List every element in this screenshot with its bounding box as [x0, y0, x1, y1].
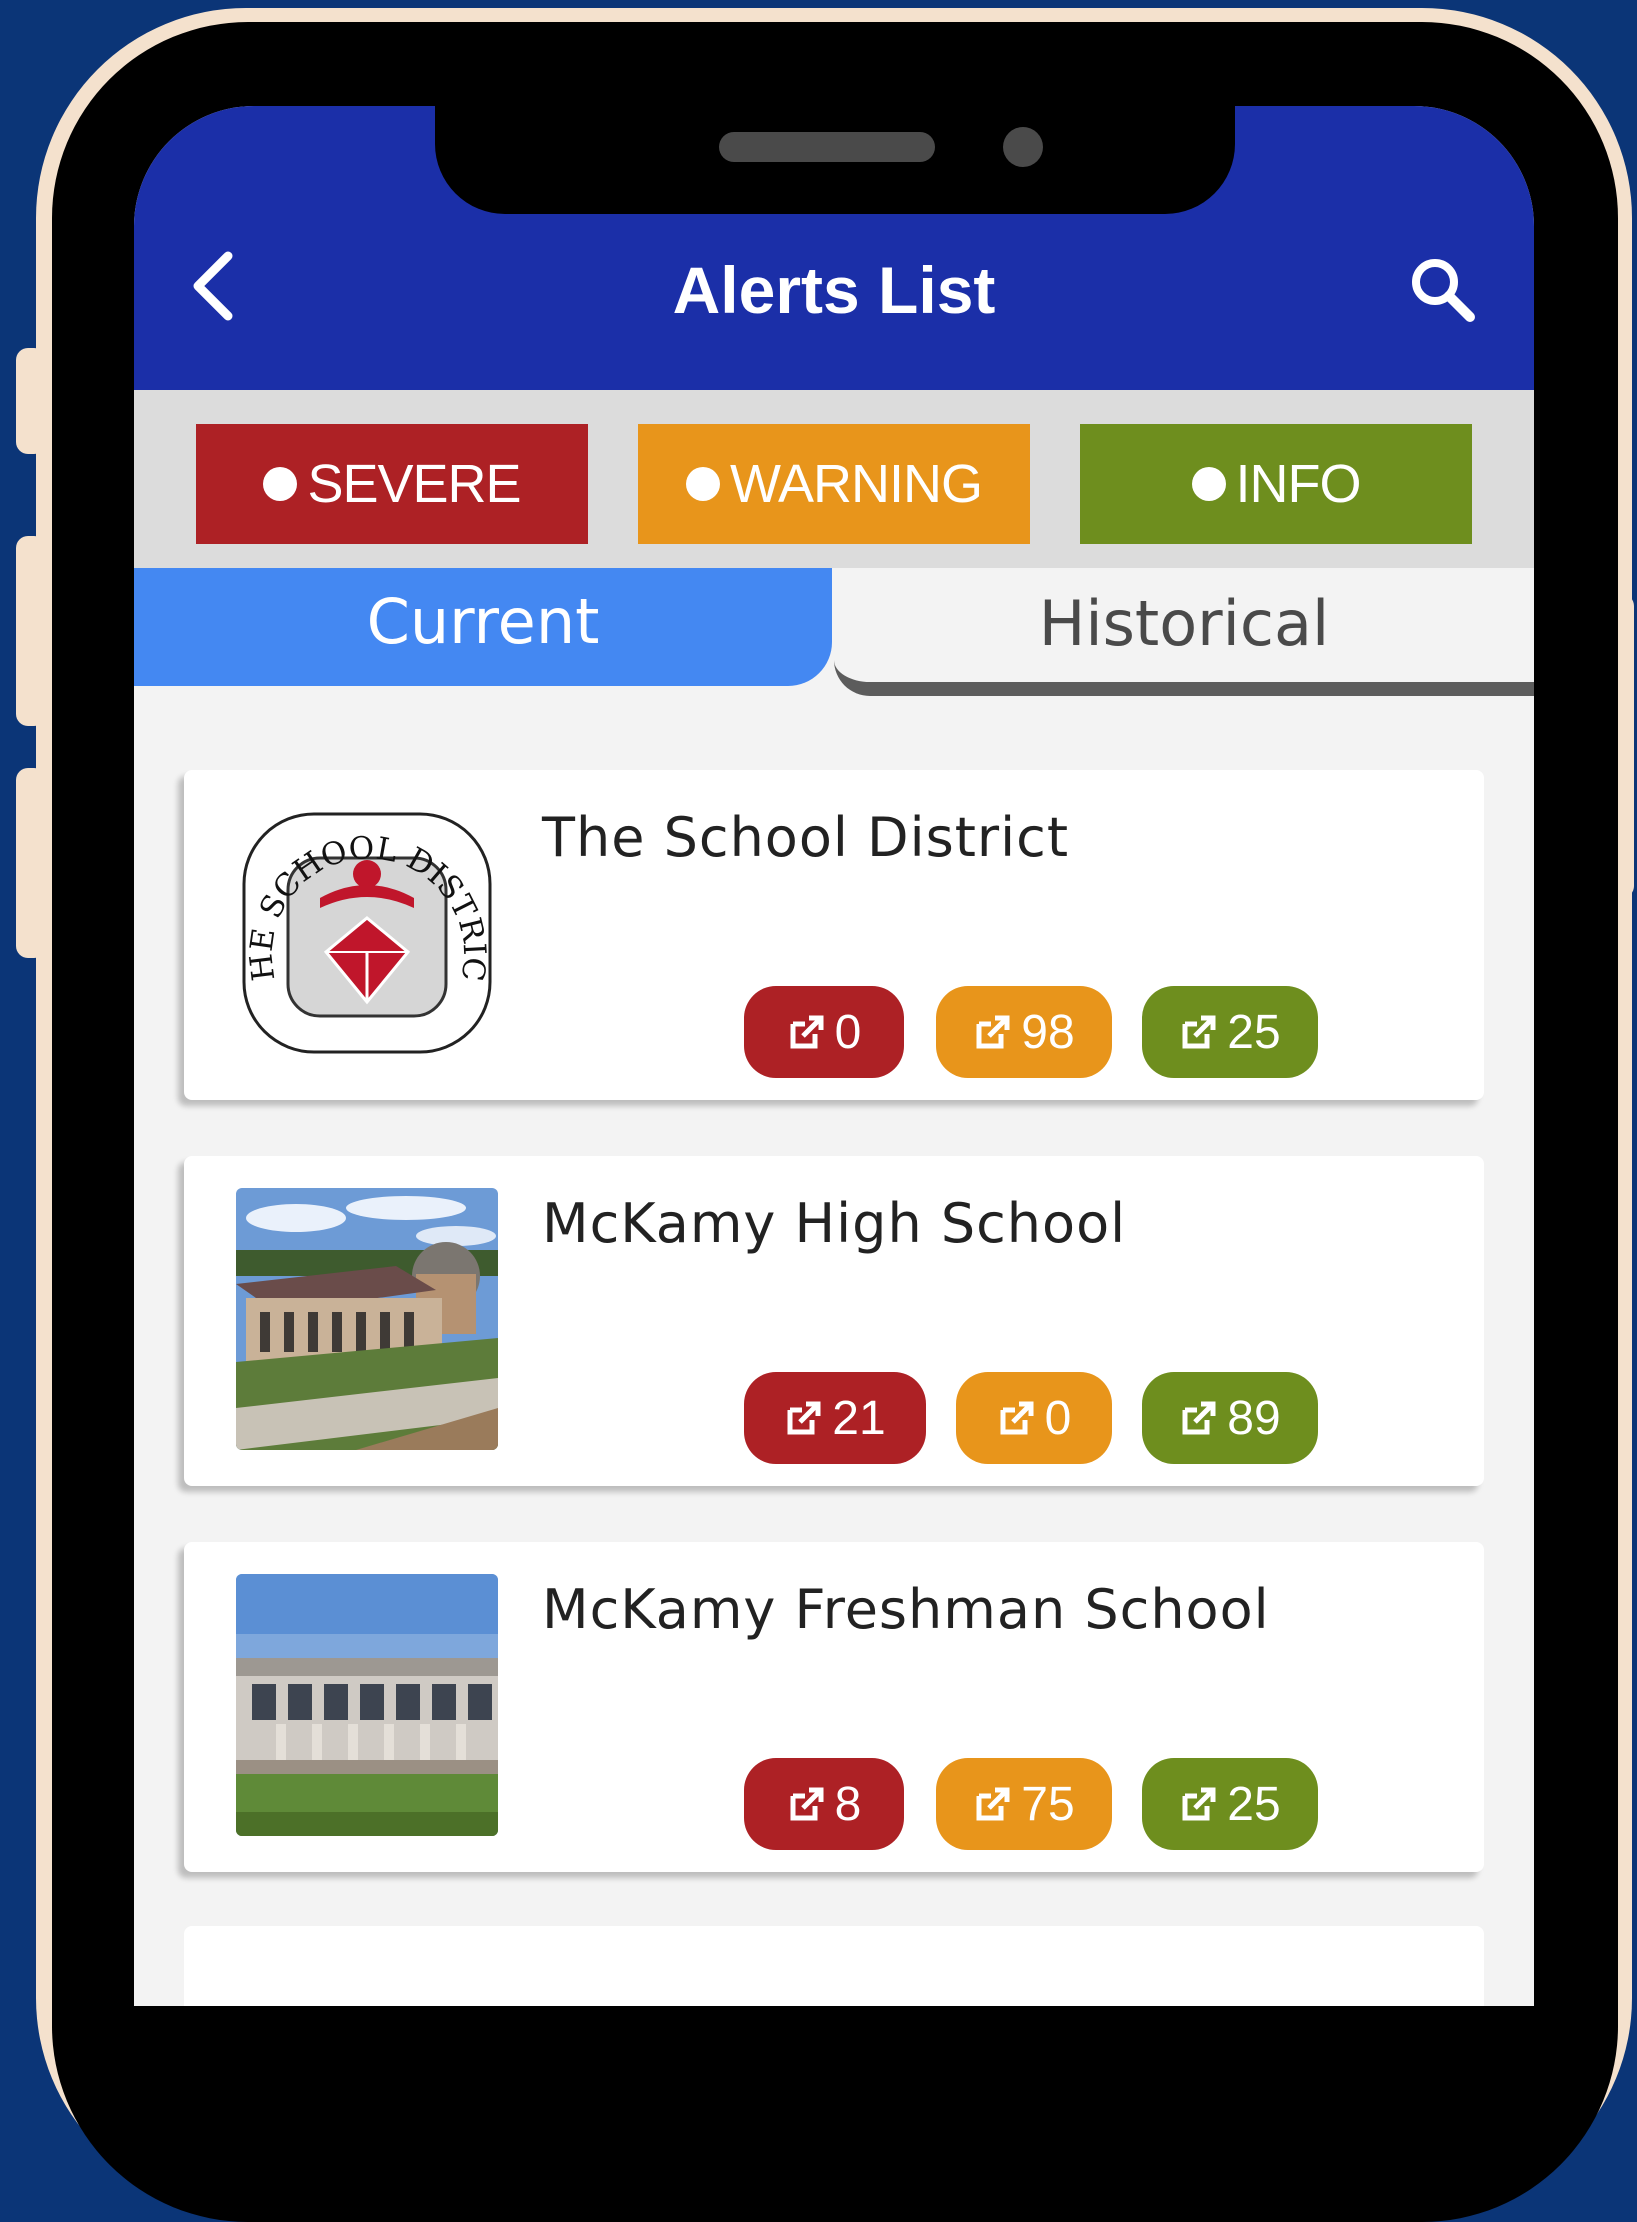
- external-link-icon: [976, 1787, 1010, 1821]
- search-button[interactable]: [1404, 251, 1484, 331]
- dot-icon: [1191, 467, 1226, 501]
- filter-info-button[interactable]: INFO: [1080, 424, 1472, 544]
- badge-count: 89: [1227, 1391, 1281, 1445]
- info-count-badge[interactable]: 25: [1142, 1758, 1318, 1850]
- filter-warning-button[interactable]: WARNING: [638, 424, 1030, 544]
- phone-notch: [435, 106, 1235, 214]
- filter-label: INFO: [1235, 454, 1362, 514]
- info-count-badge[interactable]: 89: [1142, 1372, 1318, 1464]
- dot-icon: [263, 467, 298, 501]
- tab-bar: Current Historical: [134, 568, 1534, 718]
- school-card-partial[interactable]: [184, 1926, 1484, 2006]
- warning-count-badge[interactable]: 98: [936, 986, 1112, 1078]
- school-photo: [236, 1574, 498, 1836]
- school-card[interactable]: THE SCHOOL DISTRICT The School District …: [184, 770, 1484, 1100]
- severe-count-badge[interactable]: 21: [744, 1372, 926, 1464]
- district-logo: THE SCHOOL DISTRICT: [236, 802, 498, 1064]
- filter-severe-button[interactable]: SEVERE: [196, 424, 588, 544]
- badge-count: 0: [834, 1005, 862, 1059]
- external-link-icon: [1000, 1401, 1034, 1435]
- front-camera: [1003, 127, 1043, 167]
- filter-label: SEVERE: [307, 454, 521, 514]
- badge-count: 25: [1227, 1005, 1281, 1059]
- external-link-icon: [976, 1015, 1010, 1049]
- school-name: McKamy High School: [542, 1192, 1127, 1255]
- badge-count: 8: [834, 1777, 862, 1831]
- filter-label: WARNING: [730, 454, 983, 514]
- badge-count: 25: [1227, 1777, 1281, 1831]
- search-icon: [1412, 259, 1475, 322]
- severe-count-badge[interactable]: 0: [744, 986, 904, 1078]
- external-link-icon: [1182, 1401, 1216, 1435]
- school-card[interactable]: McKamy High School 21 0 89: [184, 1156, 1484, 1486]
- external-link-icon: [790, 1787, 824, 1821]
- warning-count-badge[interactable]: 75: [936, 1758, 1112, 1850]
- school-name: The School District: [542, 806, 1069, 869]
- badge-count: 75: [1021, 1777, 1075, 1831]
- page-title: Alerts List: [672, 253, 996, 327]
- badge-count: 0: [1044, 1391, 1072, 1445]
- badge-count: 98: [1021, 1005, 1075, 1059]
- external-link-icon: [787, 1401, 821, 1435]
- dot-icon: [686, 467, 720, 501]
- badge-count: 21: [832, 1391, 886, 1445]
- school-photo: [236, 1188, 498, 1450]
- app-screen: Alerts List SEVERE WARNING INFO Current …: [134, 106, 1534, 2006]
- tab-current[interactable]: Current: [134, 568, 832, 686]
- severity-filter-bar: SEVERE WARNING INFO: [134, 390, 1534, 568]
- info-count-badge[interactable]: 25: [1142, 986, 1318, 1078]
- tab-historical[interactable]: Historical: [834, 568, 1534, 696]
- school-name: McKamy Freshman School: [542, 1578, 1270, 1641]
- external-link-icon: [1182, 1787, 1216, 1821]
- school-card[interactable]: McKamy Freshman School 8 75 25: [184, 1542, 1484, 1872]
- severe-count-badge[interactable]: 8: [744, 1758, 904, 1850]
- external-link-icon: [1182, 1015, 1216, 1049]
- external-link-icon: [790, 1015, 824, 1049]
- speaker-grille: [719, 132, 935, 162]
- warning-count-badge[interactable]: 0: [956, 1372, 1112, 1464]
